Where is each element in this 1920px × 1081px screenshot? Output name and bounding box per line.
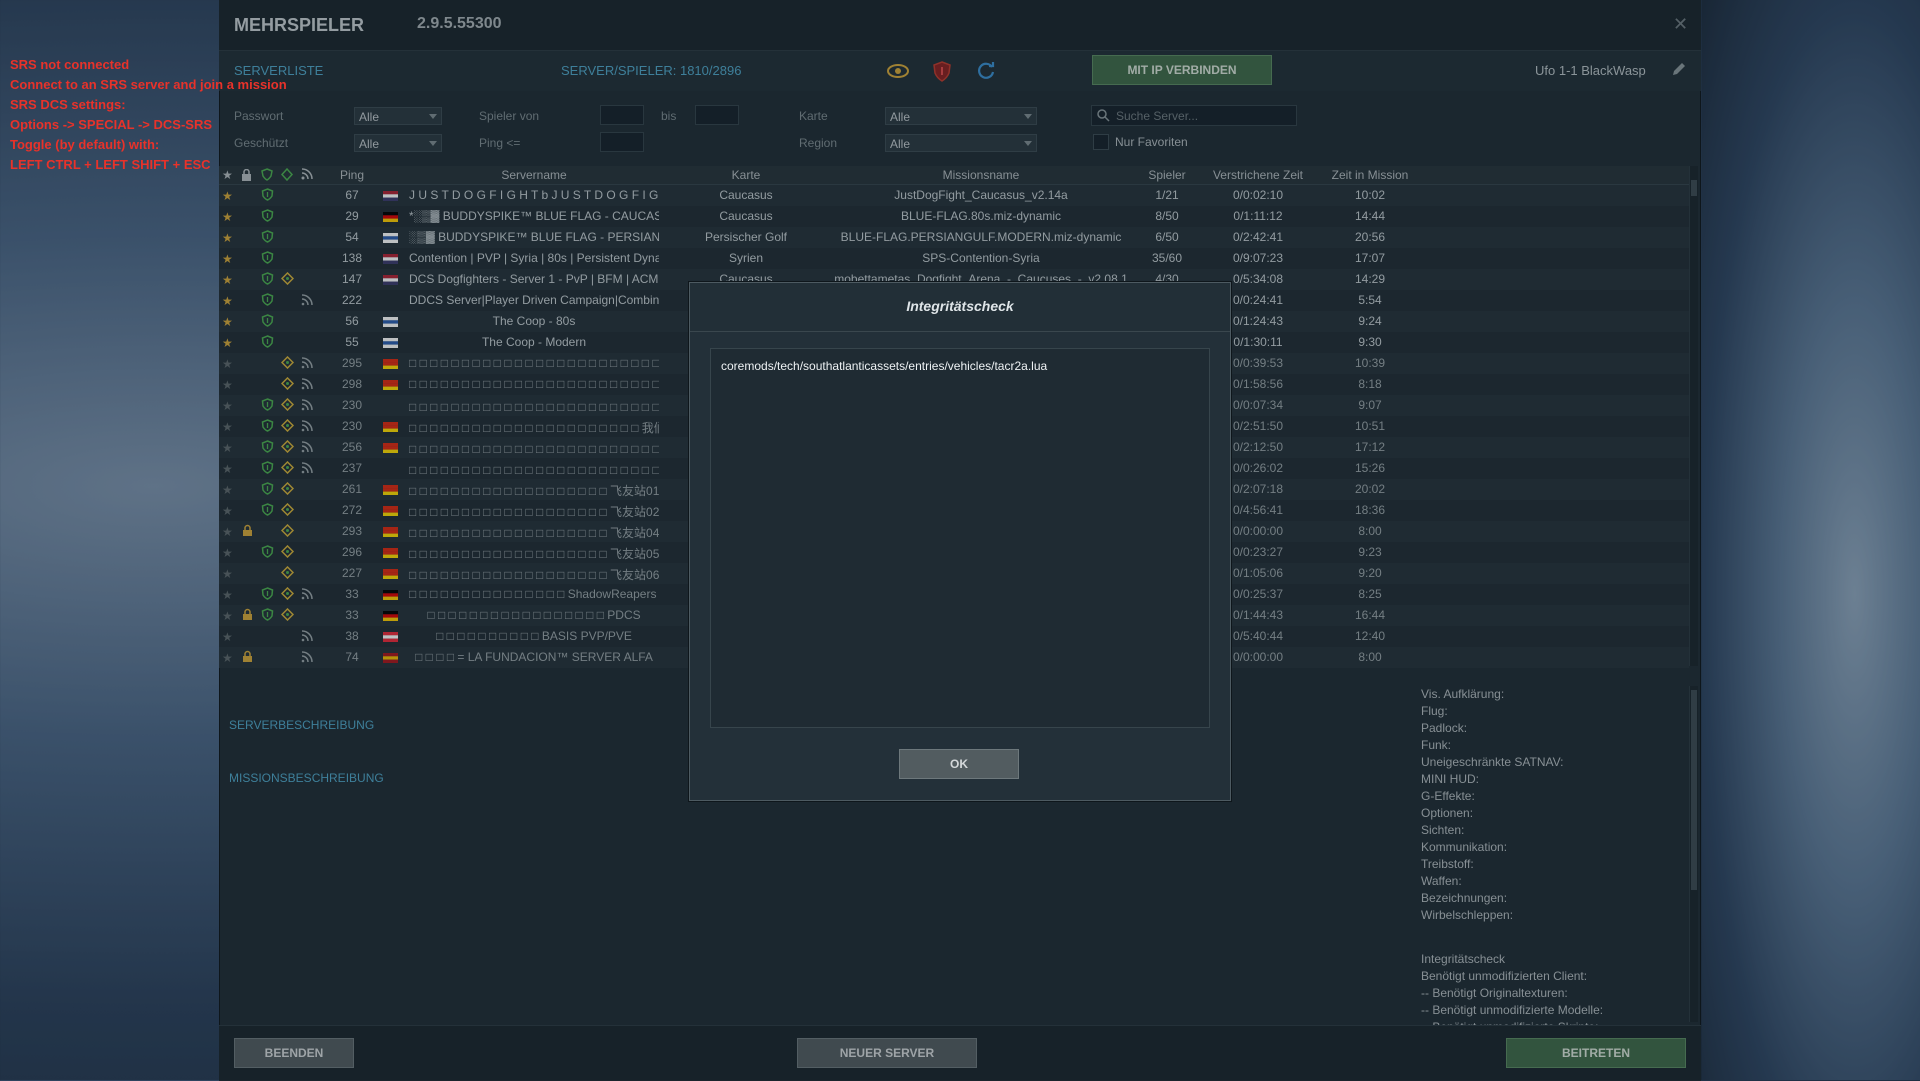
srs-line: SRS DCS settings:: [10, 97, 126, 112]
srs-line: Options -> SPECIAL -> DCS-SRS: [10, 117, 213, 132]
dialog-message-box: coremods/tech/southatlanticassets/entrie…: [710, 348, 1210, 728]
integrity-check-dialog: Integritätscheck coremods/tech/southatla…: [689, 282, 1231, 801]
dialog-title: Integritätscheck: [906, 298, 1014, 314]
srs-line: Connect to an SRS server and join a miss…: [10, 77, 287, 92]
srs-overlay: SRS not connected Connect to an SRS serve…: [10, 55, 287, 175]
srs-line: Toggle (by default) with:: [10, 137, 160, 152]
modified-file-path: coremods/tech/southatlanticassets/entrie…: [721, 359, 1048, 373]
dialog-header: Integritätscheck: [690, 283, 1230, 332]
srs-line: SRS not connected: [10, 57, 130, 72]
srs-line: LEFT CTRL + LEFT SHIFT + ESC: [10, 157, 211, 172]
ok-button[interactable]: OK: [899, 749, 1019, 779]
